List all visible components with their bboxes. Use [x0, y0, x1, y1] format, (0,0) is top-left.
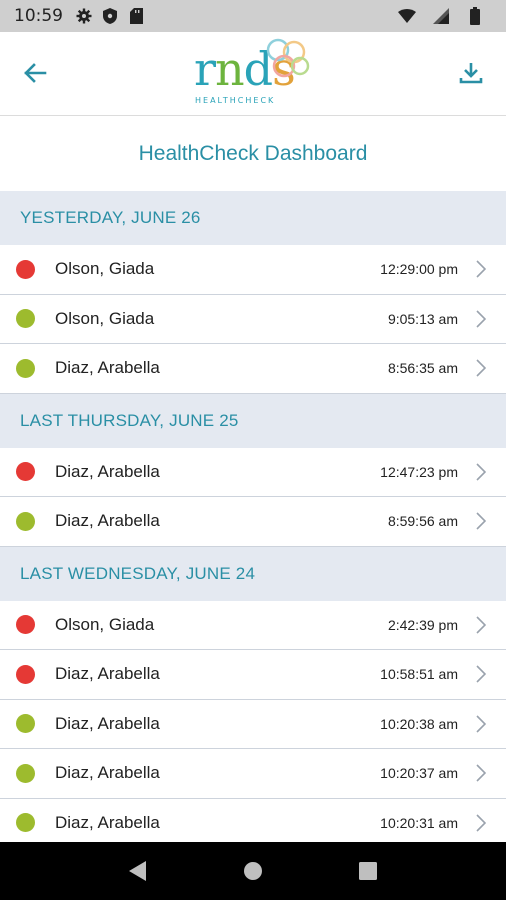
back-triangle-icon [128, 861, 146, 881]
list-item[interactable]: Diaz, Arabella 10:20:31 am [0, 798, 506, 848]
app-header: rnds HEALTHCHECK [0, 32, 506, 116]
entry-name: Diaz, Arabella [55, 664, 160, 684]
status-dot-green [16, 763, 35, 783]
entry-name: Olson, Giada [55, 308, 155, 328]
list-item[interactable]: Olson, Giada 12:29:00 pm [0, 245, 506, 295]
back-button[interactable] [20, 58, 50, 88]
entry-time: 10:20:38 am [380, 715, 458, 732]
entry-time: 8:59:56 am [387, 513, 458, 530]
download-button[interactable] [456, 58, 486, 88]
status-dot-red [16, 664, 35, 684]
status-dot-green [16, 309, 35, 329]
list-item[interactable]: Olson, Giada 9:05:13 am [0, 294, 506, 344]
home-circle-icon [243, 862, 262, 880]
system-nav-bar [0, 842, 506, 900]
status-time: 10:59 [14, 6, 63, 26]
status-dot-red [16, 462, 35, 482]
entry-time: 10:58:51 am [380, 666, 458, 683]
chevron-right-icon [474, 359, 488, 377]
chevron-right-icon [474, 463, 488, 481]
logo-subtext: HEALTHCHECK [195, 96, 276, 105]
sd-card-icon [127, 7, 145, 25]
section-header: LAST WEDNESDAY, JUNE 24 [0, 546, 506, 601]
entry-time: 2:42:39 pm [387, 616, 458, 633]
entry-time: 10:20:37 am [380, 765, 458, 782]
status-dot-green [16, 813, 35, 833]
status-dot-green [16, 358, 35, 378]
nav-back-button[interactable] [123, 856, 153, 886]
list-item[interactable]: Diaz, Arabella 10:58:51 am [0, 650, 506, 700]
chevron-right-icon [474, 310, 488, 328]
page-title: HealthCheck Dashboard [138, 142, 368, 165]
entry-time: 10:20:31 am [380, 814, 458, 831]
chevron-right-icon [474, 715, 488, 733]
rnds-healthcheck-logo: rnds HEALTHCHECK [190, 38, 320, 110]
recents-square-icon [359, 862, 378, 880]
section-header: YESTERDAY, JUNE 26 [0, 191, 506, 245]
chevron-right-icon [474, 616, 488, 634]
list-item[interactable]: Diaz, Arabella 8:56:35 am [0, 344, 506, 394]
healthcheck-list: YESTERDAY, JUNE 26 Olson, Giada 12:29:00… [0, 191, 506, 848]
chevron-right-icon [474, 665, 488, 683]
chevron-right-icon [474, 260, 488, 278]
entry-name: Diaz, Arabella [55, 812, 160, 832]
entry-name: Diaz, Arabella [55, 511, 160, 531]
status-dot-red [16, 259, 35, 279]
list-item[interactable]: Diaz, Arabella 10:20:38 am [0, 699, 506, 749]
status-dot-green [16, 511, 35, 531]
gear-icon [75, 7, 93, 25]
entry-name: Diaz, Arabella [55, 713, 160, 733]
nav-recents-button[interactable] [353, 856, 383, 886]
chevron-right-icon [474, 512, 488, 530]
entry-time: 8:56:35 am [387, 360, 458, 377]
signal-icon [432, 7, 450, 25]
status-bar: 10:59 [0, 0, 506, 32]
download-icon [459, 63, 483, 84]
list-item[interactable]: Diaz, Arabella 12:47:23 pm [0, 447, 506, 497]
entry-name: Olson, Giada [55, 614, 155, 634]
entry-time: 9:05:13 am [387, 310, 458, 327]
battery-icon [466, 7, 484, 25]
entry-name: Olson, Giada [55, 259, 155, 279]
list-item[interactable]: Diaz, Arabella 10:20:37 am [0, 749, 506, 799]
entry-name: Diaz, Arabella [55, 763, 160, 783]
logo-rings-icon [266, 38, 310, 78]
list-item[interactable]: Diaz, Arabella 8:59:56 am [0, 497, 506, 547]
section-header: LAST THURSDAY, JUNE 25 [0, 393, 506, 448]
entry-time: 12:47:23 pm [380, 463, 458, 480]
title-area: HealthCheck Dashboard [0, 117, 506, 191]
list-item[interactable]: Olson, Giada 2:42:39 pm [0, 600, 506, 650]
status-dot-red [16, 615, 35, 635]
nav-home-button[interactable] [238, 856, 268, 886]
shield-icon [101, 7, 119, 25]
status-dot-green [16, 714, 35, 734]
wifi-icon [398, 7, 416, 25]
chevron-right-icon [474, 814, 488, 832]
back-arrow-icon [24, 63, 47, 83]
entry-time: 12:29:00 pm [380, 261, 458, 278]
entry-name: Diaz, Arabella [55, 358, 160, 378]
entry-name: Diaz, Arabella [55, 461, 160, 481]
chevron-right-icon [474, 764, 488, 782]
